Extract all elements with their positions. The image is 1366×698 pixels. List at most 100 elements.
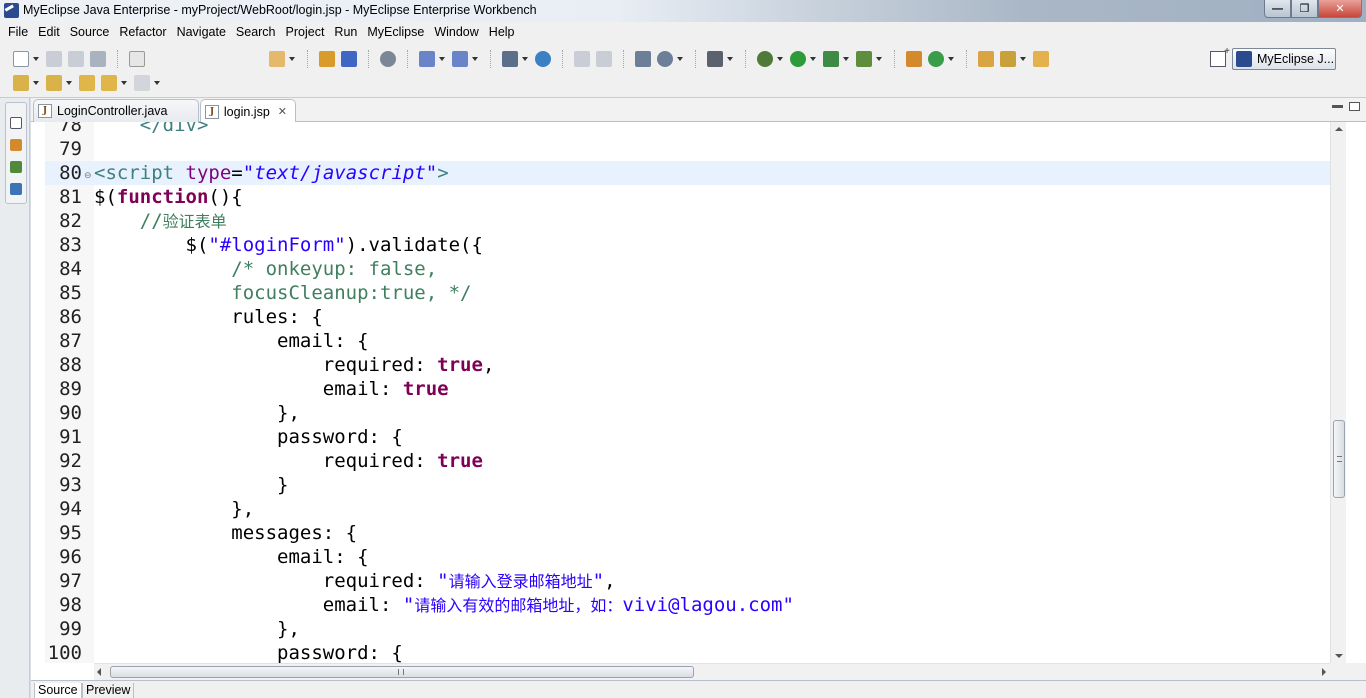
code-line[interactable]: 97 required: "请输入登录邮箱地址", — [45, 569, 1330, 593]
new-wizard-dropdown-icon[interactable] — [289, 57, 295, 61]
code-line[interactable]: 95 messages: { — [45, 521, 1330, 545]
save-icon[interactable] — [46, 51, 62, 67]
code-line[interactable]: 92 required: true — [45, 449, 1330, 473]
close-button[interactable]: ✕ — [1318, 0, 1362, 18]
code-line[interactable]: 90 }, — [45, 401, 1330, 425]
previous-annotation-dropdown-icon[interactable] — [66, 81, 72, 85]
run-dropdown-icon[interactable] — [810, 57, 816, 61]
code-line[interactable]: 88 required: true, — [45, 353, 1330, 377]
code-editor[interactable]: 78 </div> 79 80 ⊖ <script type="text/javascr… — [31, 122, 1330, 663]
code-line[interactable]: 93 } — [45, 473, 1330, 497]
menu-window[interactable]: Window — [429, 25, 483, 39]
close-tab-icon[interactable]: ✕ — [278, 105, 287, 118]
tab-login-jsp[interactable]: J login.jsp ✕ — [200, 99, 296, 123]
report-icon[interactable] — [635, 51, 651, 67]
menu-myeclipse[interactable]: MyEclipse — [362, 25, 429, 39]
browser-dropdown-icon[interactable] — [677, 57, 683, 61]
menu-run[interactable]: Run — [329, 25, 362, 39]
back-arrow-icon[interactable] — [101, 75, 117, 91]
external-icon[interactable] — [596, 51, 612, 67]
pen-dropdown-icon[interactable] — [1020, 57, 1026, 61]
camera-dropdown-icon[interactable] — [727, 57, 733, 61]
web-client-icon[interactable] — [452, 51, 468, 67]
tab-login-controller[interactable]: J LoginController.java — [33, 99, 199, 122]
scroll-down-icon[interactable] — [1335, 654, 1343, 658]
menu-navigate[interactable]: Navigate — [172, 25, 231, 39]
hierarchy-dropdown-icon[interactable] — [522, 57, 528, 61]
code-line[interactable]: 80 ⊖ <script type="text/javascript"> — [45, 161, 1330, 185]
code-line[interactable]: 81 $(function(){ — [45, 185, 1330, 209]
menu-file[interactable]: File — [3, 25, 33, 39]
java-package-icon[interactable] — [906, 51, 922, 67]
code-line[interactable]: 83 $("#loginForm").validate({ — [45, 233, 1330, 257]
open-perspective-icon[interactable] — [1210, 46, 1230, 67]
run-external-dropdown-icon[interactable] — [843, 57, 849, 61]
binary-icon[interactable] — [129, 51, 145, 67]
run-external-icon[interactable] — [823, 51, 839, 67]
minimize-editor-icon[interactable] — [1332, 105, 1343, 108]
code-line[interactable]: 91 password: { — [45, 425, 1330, 449]
scroll-left-icon[interactable] — [97, 668, 101, 676]
minimize-button[interactable]: — — [1264, 0, 1291, 18]
new-wizard-icon[interactable] — [269, 51, 285, 67]
hierarchy-view-icon[interactable] — [10, 161, 22, 173]
menu-project[interactable]: Project — [281, 25, 330, 39]
tab-source[interactable]: Source — [34, 683, 82, 698]
outline-view-icon[interactable] — [10, 183, 22, 195]
restore-icon[interactable] — [10, 117, 22, 129]
new-icon[interactable] — [13, 51, 29, 67]
code-line[interactable]: 79 — [45, 137, 1330, 161]
menu-refactor[interactable]: Refactor — [114, 25, 171, 39]
next-annotation-icon[interactable] — [13, 75, 29, 91]
debug-icon[interactable] — [757, 51, 773, 67]
open-folder-icon[interactable] — [1033, 51, 1049, 67]
code-line[interactable]: 98 email: "请输入有效的邮箱地址，如：vivi@lagou.com" — [45, 593, 1330, 617]
code-line[interactable]: 84 /* onkeyup: false, — [45, 257, 1330, 281]
new-class-icon[interactable] — [928, 51, 944, 67]
browser-icon[interactable] — [657, 51, 673, 67]
forward-arrow-icon[interactable] — [134, 75, 150, 91]
save-all-icon[interactable] — [68, 51, 84, 67]
run-icon[interactable] — [790, 51, 806, 67]
menu-edit[interactable]: Edit — [33, 25, 65, 39]
scroll-up-icon[interactable] — [1335, 127, 1343, 131]
menu-search[interactable]: Search — [231, 25, 281, 39]
coverage-dropdown-icon[interactable] — [876, 57, 882, 61]
code-line[interactable]: 87 email: { — [45, 329, 1330, 353]
new-class-dropdown-icon[interactable] — [948, 57, 954, 61]
server-icon[interactable] — [380, 51, 396, 67]
code-line[interactable]: 96 email: { — [45, 545, 1330, 569]
code-line[interactable]: 89 email: true — [45, 377, 1330, 401]
maximize-editor-icon[interactable] — [1349, 102, 1360, 111]
debug-dropdown-icon[interactable] — [777, 57, 783, 61]
camera-icon[interactable] — [707, 51, 723, 67]
open-type-icon[interactable] — [978, 51, 994, 67]
new-dropdown-icon[interactable] — [33, 57, 39, 61]
next-annotation-dropdown-icon[interactable] — [33, 81, 39, 85]
vertical-scrollbar[interactable] — [1330, 122, 1346, 663]
horizontal-scrollbar[interactable] — [94, 663, 1330, 680]
last-edit-icon[interactable] — [79, 75, 95, 91]
menu-help[interactable]: Help — [484, 25, 520, 39]
package-icon[interactable] — [319, 51, 335, 67]
perspective-myeclipse-button[interactable]: MyEclipse J... — [1232, 48, 1336, 70]
code-line[interactable]: 100 password: { — [45, 641, 1330, 663]
menu-source[interactable]: Source — [65, 25, 115, 39]
scroll-right-icon[interactable] — [1322, 668, 1326, 676]
globe-icon[interactable] — [535, 51, 551, 67]
web-service-dropdown-icon[interactable] — [439, 57, 445, 61]
forward-dropdown-icon[interactable] — [154, 81, 160, 85]
pen-icon[interactable] — [1000, 51, 1016, 67]
hand-icon[interactable] — [574, 51, 590, 67]
coverage-icon[interactable] — [856, 51, 872, 67]
code-line[interactable]: 85 focusCleanup:true, */ — [45, 281, 1330, 305]
maximize-button[interactable]: ❐ — [1291, 0, 1318, 18]
vertical-scroll-thumb[interactable] — [1333, 420, 1345, 498]
tab-preview[interactable]: Preview — [82, 683, 135, 698]
code-line[interactable]: 78 </div> — [45, 122, 1330, 137]
code-line[interactable]: 99 }, — [45, 617, 1330, 641]
package-explorer-icon[interactable] — [10, 139, 22, 151]
hierarchy-icon[interactable] — [502, 51, 518, 67]
code-line[interactable]: 86 rules: { — [45, 305, 1330, 329]
deploy-icon[interactable] — [341, 51, 357, 67]
